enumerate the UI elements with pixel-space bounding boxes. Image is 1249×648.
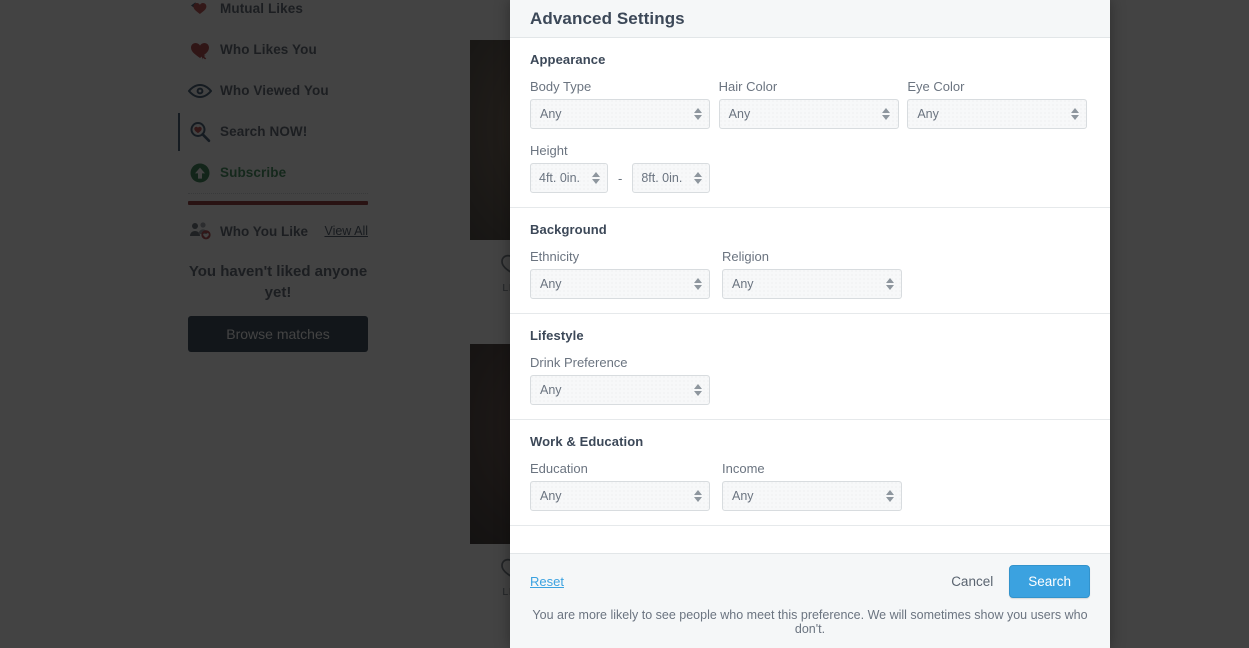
modal-footer: Reset Cancel Search You are more likely …	[510, 553, 1110, 648]
field-row: Ethnicity Any Religion Any	[530, 249, 1090, 299]
spinner-icon[interactable]	[885, 276, 894, 292]
section-appearance: Appearance Body Type Any Hair Color Any	[510, 38, 1110, 208]
select-value: 8ft. 0in.	[641, 171, 683, 185]
spinner-icon[interactable]	[693, 382, 702, 398]
drink-preference-select[interactable]: Any	[530, 375, 710, 405]
select-value: Any	[732, 489, 754, 503]
education-select[interactable]: Any	[530, 481, 710, 511]
height-range: 4ft. 0in. - 8ft. 0in.	[530, 163, 711, 193]
field-label: Education	[530, 461, 588, 476]
section-work-education: Work & Education Education Any Income An…	[510, 420, 1110, 526]
field-height: Height 4ft. 0in. - 8ft. 0in.	[530, 143, 711, 193]
height-separator: -	[618, 170, 623, 186]
field-row: Body Type Any Hair Color Any Eye Color A…	[530, 79, 1090, 129]
height-max-select[interactable]: 8ft. 0in.	[632, 163, 711, 193]
ethnicity-select[interactable]: Any	[530, 269, 710, 299]
spinner-icon[interactable]	[885, 488, 894, 504]
field-label: Hair Color	[718, 79, 778, 94]
field-ethnicity: Ethnicity Any	[530, 249, 716, 299]
field-row-height: Height 4ft. 0in. - 8ft. 0in.	[530, 143, 1090, 193]
field-label: Income	[722, 461, 765, 476]
height-min-select[interactable]: 4ft. 0in.	[530, 163, 608, 193]
field-eye-color: Eye Color Any	[907, 79, 1090, 129]
cancel-button[interactable]: Cancel	[947, 568, 997, 595]
field-label: Eye Color	[907, 79, 965, 94]
field-hair-color: Hair Color Any	[718, 79, 902, 129]
field-label: Height	[530, 143, 568, 158]
field-label: Body Type	[530, 79, 592, 94]
select-value: Any	[917, 107, 939, 121]
select-value: 4ft. 0in.	[539, 171, 580, 185]
spinner-icon[interactable]	[591, 170, 600, 186]
spinner-icon[interactable]	[1070, 106, 1079, 122]
select-value: Any	[540, 107, 562, 121]
section-title: Appearance	[530, 52, 606, 67]
body-type-select[interactable]: Any	[530, 99, 710, 129]
select-value: Any	[540, 489, 562, 503]
field-body-type: Body Type Any	[530, 79, 713, 129]
eye-color-select[interactable]: Any	[907, 99, 1088, 129]
hair-color-select[interactable]: Any	[718, 99, 899, 129]
field-label: Religion	[722, 249, 769, 264]
search-button[interactable]: Search	[1009, 564, 1090, 598]
section-title: Lifestyle	[530, 328, 584, 343]
field-religion: Religion Any	[722, 249, 908, 299]
select-value: Any	[728, 107, 751, 121]
section-lifestyle: Lifestyle Drink Preference Any	[510, 314, 1110, 420]
spinner-icon[interactable]	[693, 170, 702, 186]
section-background: Background Ethnicity Any Religion Any	[510, 208, 1110, 314]
spinner-icon[interactable]	[882, 106, 891, 122]
select-value: Any	[732, 277, 754, 291]
field-label: Ethnicity	[530, 249, 580, 264]
spinner-icon[interactable]	[693, 106, 702, 122]
field-label: Drink Preference	[530, 355, 628, 370]
field-row: Drink Preference Any	[530, 355, 1090, 405]
footer-buttons: Cancel Search	[947, 564, 1090, 598]
spinner-icon[interactable]	[693, 276, 702, 292]
footer-note: You are more likely to see people who me…	[532, 608, 1088, 636]
modal-body: Appearance Body Type Any Hair Color Any	[510, 38, 1110, 553]
spinner-icon[interactable]	[693, 488, 702, 504]
section-title: Work & Education	[530, 434, 644, 449]
footer-actions: Reset Cancel Search	[510, 554, 1110, 608]
modal-title: Advanced Settings	[530, 8, 685, 28]
field-drink-preference: Drink Preference Any	[530, 355, 716, 405]
advanced-settings-modal: Advanced Settings Appearance Body Type A…	[510, 0, 1110, 648]
income-select[interactable]: Any	[722, 481, 902, 511]
reset-link[interactable]: Reset	[530, 574, 564, 589]
select-value: Any	[540, 383, 562, 397]
field-education: Education Any	[530, 461, 716, 511]
field-income: Income Any	[722, 461, 908, 511]
field-row: Education Any Income Any	[530, 461, 1090, 511]
section-title: Background	[530, 222, 607, 237]
select-value: Any	[540, 277, 562, 291]
religion-select[interactable]: Any	[722, 269, 902, 299]
modal-header: Advanced Settings	[510, 0, 1110, 38]
